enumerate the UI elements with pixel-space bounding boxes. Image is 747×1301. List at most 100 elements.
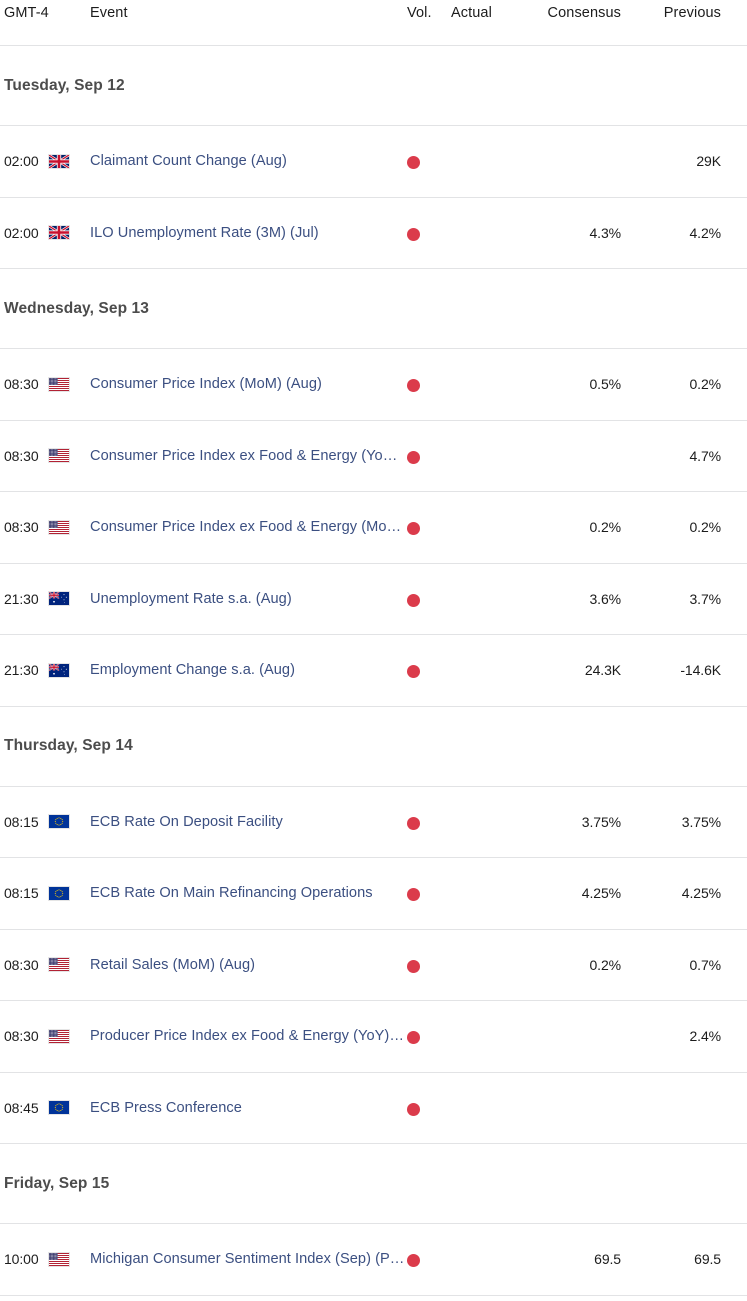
flag-au-icon: [48, 662, 90, 678]
consensus-value: 0.5%: [589, 376, 621, 393]
vol-high-icon: [407, 816, 420, 830]
event-time: 08:30: [4, 519, 39, 536]
event-name-link[interactable]: ECB Rate On Main Refinancing Operations: [90, 885, 405, 901]
flag-us-icon: [48, 519, 90, 535]
vol-high-icon: [407, 379, 420, 393]
event-time: 08:30: [4, 376, 39, 393]
event-name-link[interactable]: Producer Price Index ex Food & Energy (Y…: [90, 1028, 405, 1044]
consensus-value: 0.2%: [589, 956, 621, 973]
event-name-link[interactable]: Retail Sales (MoM) (Aug): [90, 957, 405, 973]
event-time: 21:30: [4, 590, 39, 607]
table-row[interactable]: 08:45 ECB Press Conference: [0, 1072, 747, 1144]
event-time: 08:30: [4, 447, 39, 464]
previous-value: 4.7%: [689, 447, 721, 464]
economic-calendar: GMT-4 Event Vol. Actual Consensus Previo…: [0, 0, 747, 1296]
event-name-link[interactable]: Consumer Price Index ex Food & Energy (M…: [90, 519, 405, 535]
vol-high-icon: [407, 959, 420, 973]
flag-us-icon: [48, 448, 90, 464]
column-header-timezone: GMT-4: [4, 5, 49, 21]
vol-high-icon: [407, 1254, 420, 1268]
table-row[interactable]: 21:30 Employment Change s.a. (Aug) 24.3K -1…: [0, 635, 747, 707]
table-row[interactable]: 21:30 Unemployment Rate s.a. (Aug) 3.6% 3.7…: [0, 563, 747, 635]
previous-value: 3.75%: [681, 813, 721, 830]
event-name-link[interactable]: Unemployment Rate s.a. (Aug): [90, 591, 405, 607]
calendar-column-header: GMT-4 Event Vol. Actual Consensus Previo…: [0, 0, 747, 46]
volatility-cell: [407, 448, 451, 464]
consensus-value: 0.2%: [589, 519, 621, 536]
volatility-cell: [407, 376, 451, 393]
event-time: 02:00: [4, 224, 39, 241]
consensus-value: 4.3%: [589, 224, 621, 241]
table-row[interactable]: 08:30 Producer Price Index ex Food & Ener…: [0, 1001, 747, 1073]
table-row[interactable]: 08:15 ECB Rate On Main Refinancing Operat…: [0, 858, 747, 930]
table-row[interactable]: 02:00 ILO Unemployment Rate (3M) (Jul) 4.3…: [0, 197, 747, 269]
event-name-link[interactable]: Michigan Consumer Sentiment Index (Sep) …: [90, 1251, 405, 1267]
volatility-cell: [407, 1251, 451, 1268]
event-time: 08:15: [4, 885, 39, 902]
flag-us-icon: [48, 376, 90, 392]
table-row[interactable]: 08:15 ECB Rate On Deposit Facility 3.75% 3.…: [0, 786, 747, 858]
volatility-cell: [407, 1028, 451, 1045]
table-row[interactable]: 02:00 Claimant Count Change (Aug) 29K: [0, 126, 747, 198]
flag-eu-icon: [48, 814, 90, 830]
consensus-value: 3.6%: [589, 590, 621, 607]
previous-value: 3.7%: [689, 590, 721, 607]
vol-high-icon: [407, 665, 420, 679]
previous-value: -14.6K: [680, 662, 721, 679]
previous-value: 0.2%: [689, 376, 721, 393]
event-name-link[interactable]: ECB Press Conference: [90, 1100, 405, 1116]
consensus-value: 24.3K: [584, 662, 621, 679]
flag-us-icon: [48, 1251, 90, 1267]
vol-high-icon: [407, 1102, 420, 1116]
volatility-cell: [407, 814, 451, 830]
flag-us-icon: [48, 1028, 90, 1044]
vol-high-icon: [407, 227, 420, 241]
event-name-link[interactable]: ECB Rate On Deposit Facility: [90, 814, 405, 830]
volatility-cell: [407, 662, 451, 679]
previous-value: 4.25%: [681, 885, 721, 902]
event-name-link[interactable]: ILO Unemployment Rate (3M) (Jul): [90, 225, 405, 241]
table-row[interactable]: 10:00 Michigan Consumer Sentiment Index (…: [0, 1224, 747, 1296]
consensus-value: 4.25%: [581, 885, 621, 902]
calendar-body: Tuesday, Sep 12 02:00 Claimant Count Chang…: [0, 46, 747, 1296]
flag-eu-icon: [48, 1100, 90, 1116]
volatility-cell: [407, 1100, 451, 1116]
flag-au-icon: [48, 591, 90, 607]
event-name-link[interactable]: Consumer Price Index ex Food & Energy (Y…: [90, 448, 405, 464]
event-name-link[interactable]: Consumer Price Index (MoM) (Aug): [90, 376, 405, 392]
event-time: 08:30: [4, 956, 39, 973]
event-name-link[interactable]: Claimant Count Change (Aug): [90, 153, 405, 169]
column-header-previous: Previous: [663, 5, 721, 21]
volatility-cell: [407, 225, 451, 241]
volatility-cell: [407, 153, 451, 170]
column-header-consensus: Consensus: [547, 5, 621, 21]
day-heading: Tuesday, Sep 12: [0, 46, 747, 126]
vol-high-icon: [407, 1031, 420, 1045]
consensus-value: 3.75%: [581, 813, 621, 830]
previous-value: 0.2%: [689, 519, 721, 536]
vol-high-icon: [407, 156, 420, 170]
event-time: 10:00: [4, 1251, 39, 1268]
flag-us-icon: [48, 957, 90, 973]
table-row[interactable]: 08:30 Consumer Price Index ex Food & Ener…: [0, 492, 747, 564]
event-time: 08:30: [4, 1028, 39, 1045]
table-row[interactable]: 08:30 Consumer Price Index (MoM) (Aug) 0.5…: [0, 349, 747, 421]
day-heading: Wednesday, Sep 13: [0, 269, 747, 349]
previous-value: 2.4%: [689, 1028, 721, 1045]
table-row[interactable]: 08:30 Retail Sales (MoM) (Aug) 0.2% 0.7%: [0, 929, 747, 1001]
flag-uk-icon: [48, 153, 90, 169]
event-name-link[interactable]: Employment Change s.a. (Aug): [90, 662, 405, 678]
table-row[interactable]: 08:30 Consumer Price Index ex Food & Ener…: [0, 420, 747, 492]
volatility-cell: [407, 957, 451, 973]
volatility-cell: [407, 885, 451, 902]
column-header-vol: Vol.: [407, 5, 432, 21]
previous-value: 0.7%: [689, 956, 721, 973]
vol-high-icon: [407, 593, 420, 607]
previous-value: 4.2%: [689, 224, 721, 241]
column-header-actual: Actual: [451, 5, 492, 21]
flag-uk-icon: [48, 225, 90, 241]
event-time: 21:30: [4, 662, 39, 679]
vol-high-icon: [407, 450, 420, 464]
event-time: 08:45: [4, 1099, 39, 1116]
event-time: 02:00: [4, 153, 39, 170]
